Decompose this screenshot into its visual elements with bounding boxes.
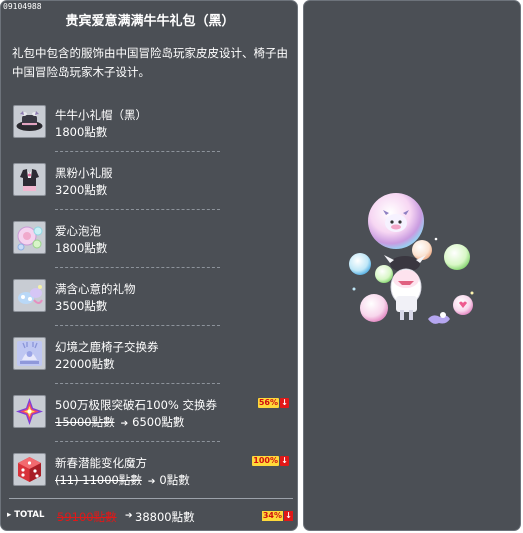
package-contents-panel: 09104988 贵宾爱意满满牛牛礼包（黑） 礼包中包含的服饰由中国冒险岛玩家皮… [0, 0, 298, 531]
package-window: 09104988 贵宾爱意满满牛牛礼包（黑） 礼包中包含的服饰由中国冒险岛玩家皮… [0, 0, 523, 533]
discount-badge: 100% ↓ [252, 456, 289, 466]
package-title: 贵宾爱意满满牛牛礼包（黑） [65, 14, 235, 29]
list-item[interactable]: 黑粉小礼服 3200點數 [13, 163, 293, 203]
gift-icon [13, 279, 46, 312]
item-name: 黑粉小礼服 [55, 166, 113, 180]
item-name: 爱心泡泡 [55, 224, 101, 238]
item-price: 22000點數 [55, 357, 115, 371]
arrow-right-icon: ➔ [125, 511, 133, 521]
item-price-group: (11) 11000點數 ➔ 0點數 [55, 472, 190, 488]
item-name: 幻境之鹿椅子交换券 [55, 340, 159, 354]
item-price: 1800點數 [55, 125, 108, 139]
item-old-price: (11) 11000點數 [55, 473, 142, 487]
item-price: 3500點數 [55, 299, 108, 313]
total-label: ▸ TOTAL [7, 510, 45, 520]
character-preview-image [349, 193, 474, 324]
total-new-price: 38800點數 [135, 510, 195, 524]
item-name: 500万极限突破石100% 交换券 [55, 398, 217, 412]
item-new-price: 0點數 [159, 473, 190, 487]
arrow-right-icon: ➔ [147, 477, 156, 487]
item-divider [55, 267, 220, 268]
item-new-price: 6500點數 [132, 415, 185, 429]
arrow-down-icon: ↓ [280, 456, 289, 466]
character-preview-panel [303, 0, 521, 531]
total-divider [9, 498, 293, 499]
total-discount-percent: 34% [261, 511, 283, 521]
deer-chair-icon [13, 337, 46, 370]
list-item[interactable]: 500万极限突破石100% 交换券 15000點數 ➔ 6500點數 56% ↓ [13, 395, 293, 435]
crystal-icon [13, 395, 46, 428]
dice-cube-icon [13, 453, 46, 486]
list-item[interactable]: 新春潜能变化魔方 (11) 11000點數 ➔ 0點數 100% ↓ [13, 453, 293, 493]
list-item[interactable]: 爱心泡泡 1800點數 [13, 221, 293, 261]
item-divider [55, 325, 220, 326]
outfit-icon [13, 163, 46, 196]
item-price-group: 15000點數 ➔ 6500點數 [55, 414, 184, 430]
item-name: 满含心意的礼物 [55, 282, 136, 296]
arrow-right-icon: ➔ [120, 419, 129, 429]
item-divider [55, 383, 220, 384]
item-price: 1800點數 [55, 241, 108, 255]
arrow-down-icon: ↓ [284, 511, 293, 521]
total-row: ▸ TOTAL 59100點數 ➔ 38800點數 34% ↓ [7, 509, 295, 525]
list-item[interactable]: 牛牛小礼帽（黑） 1800點數 [13, 105, 293, 145]
item-divider [55, 441, 220, 442]
character-preview [348, 189, 488, 339]
cow-hat-icon [13, 105, 46, 138]
item-name: 牛牛小礼帽（黑） [55, 108, 147, 122]
item-old-price: 15000點數 [55, 415, 115, 429]
bubble-icon [13, 221, 46, 254]
item-divider [55, 151, 220, 152]
discount-percent: 100% [252, 456, 279, 466]
package-description: 礼包中包含的服饰由中国冒险岛玩家皮皮设计、椅子由中国冒险岛玩家木子设计。 [12, 46, 288, 79]
discount-percent: 56% [257, 398, 279, 408]
discount-badge: 56% ↓ [257, 398, 289, 408]
arrow-down-icon: ↓ [280, 398, 289, 408]
total-old-price: 59100點數 [57, 510, 117, 524]
item-price: 3200點數 [55, 183, 108, 197]
item-divider [55, 209, 220, 210]
item-name: 新春潜能变化魔方 [55, 456, 147, 470]
total-discount-badge: 34% ↓ [261, 511, 293, 521]
list-item[interactable]: 幻境之鹿椅子交换券 22000點數 [13, 337, 293, 377]
list-item[interactable]: 满含心意的礼物 3500點數 [13, 279, 293, 319]
